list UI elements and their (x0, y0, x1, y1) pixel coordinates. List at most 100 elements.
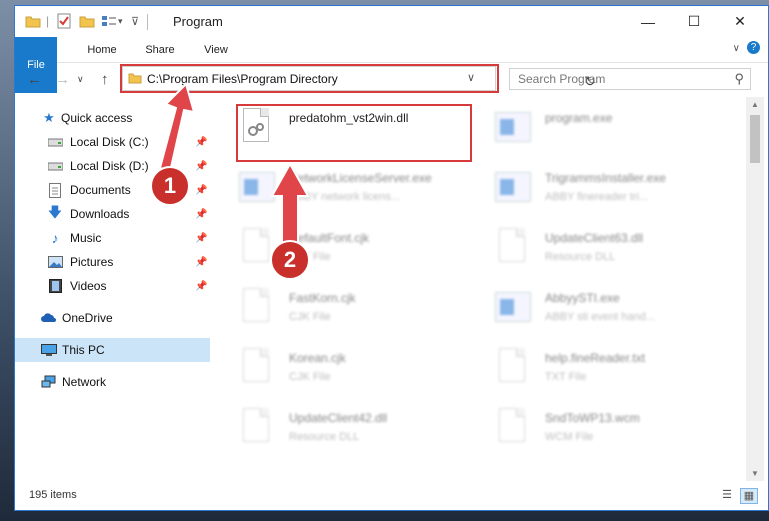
tab-share[interactable]: Share (135, 37, 185, 62)
pin-icon[interactable]: 📌 (195, 257, 207, 268)
recent-locations-icon[interactable]: ∨ (77, 74, 84, 85)
file-description: CJK File (289, 311, 331, 323)
item-count: 195 items (29, 489, 77, 501)
sidebar-item-label: Local Disk (D:) (70, 159, 149, 173)
file-name: program.exe (545, 111, 613, 125)
document-file-icon (239, 288, 277, 328)
search-placeholder: Search Program (518, 72, 606, 86)
exe-file-icon (239, 168, 277, 208)
star-icon: ★ (43, 110, 55, 125)
file-name: AbbyySTI.exe (545, 291, 620, 305)
new-folder-icon[interactable] (79, 12, 95, 30)
sidebar-item-this-pc[interactable]: This PC (15, 338, 210, 362)
file-name: FastKorn.cjk (289, 291, 356, 305)
search-input[interactable]: Search Program ⚲ (509, 68, 751, 90)
pictures-icon (47, 254, 63, 270)
sidebar-item-label: Quick access (61, 111, 133, 125)
file-name: UpdateClient42.dll (289, 411, 388, 425)
network-icon (41, 374, 57, 390)
exe-file-icon (495, 288, 533, 328)
view-options-icon[interactable] (101, 12, 117, 30)
address-dropdown-icon[interactable]: ∨ (467, 71, 475, 84)
sidebar-item-quick-access[interactable]: ★ Quick access (15, 106, 210, 130)
sidebar-item-label: Documents (70, 183, 131, 197)
file-item-sndtowp13[interactable]: SndToWP13.wcm WCM File (495, 405, 735, 461)
cloud-icon (41, 310, 57, 326)
scroll-thumb[interactable] (750, 115, 760, 163)
address-folder-icon (128, 72, 142, 87)
music-icon: ♪ (51, 230, 59, 246)
file-name: UpdateClient63.dll (545, 231, 644, 245)
file-item-updateclient42[interactable]: UpdateClient42.dll Resource DLL (239, 405, 479, 461)
sidebar-item-music[interactable]: ♪ Music 📌 (15, 226, 210, 250)
sidebar-item-videos[interactable]: Videos 📌 (15, 274, 210, 298)
details-view-icon[interactable]: ☰ (719, 488, 735, 502)
sidebar-item-label: Network (62, 375, 107, 389)
properties-icon[interactable] (57, 12, 71, 30)
window-title: Program (173, 14, 223, 29)
sidebar-item-label: Local Disk (C:) (70, 135, 149, 149)
back-icon[interactable]: ← (27, 71, 42, 88)
file-name: NetworkLicenseServer.exe (289, 171, 432, 185)
pin-icon[interactable]: 📌 (195, 281, 207, 292)
file-item-abbyysti[interactable]: AbbyySTI.exe ABBY sti event hand... (495, 285, 735, 341)
file-item-korean[interactable]: Korean.cjk CJK File (239, 345, 479, 401)
pin-icon[interactable]: 📌 (195, 209, 207, 220)
pin-icon[interactable]: 📌 (195, 185, 207, 196)
file-name: Korean.cjk (289, 351, 346, 365)
up-icon[interactable]: ↑ (101, 71, 109, 88)
scroll-up-icon[interactable]: ▲ (751, 100, 759, 109)
close-button[interactable]: ✕ (717, 6, 763, 37)
vertical-scrollbar[interactable]: ▲ ▼ (746, 97, 764, 481)
file-description: Resource DLL (545, 251, 616, 263)
status-bar: 195 items ☰ ▦ (15, 482, 768, 510)
file-item-help-finereader[interactable]: help.fineReader.txt TXT File (495, 345, 735, 401)
computer-icon (41, 342, 57, 358)
sidebar-item-local-disk-c[interactable]: Local Disk (C:) 📌 (15, 130, 210, 154)
file-item-updateclient63[interactable]: UpdateClient63.dll Resource DLL (495, 225, 735, 281)
step-1-badge: 1 (150, 166, 190, 206)
file-name: help.fineReader.txt (545, 351, 646, 365)
sidebar-item-pictures[interactable]: Pictures 📌 (15, 250, 210, 274)
chevron-down-icon[interactable]: ▾ (118, 12, 123, 30)
forward-icon[interactable]: → (55, 71, 70, 88)
dll-file-icon (239, 408, 277, 448)
file-item-networklicenseserver[interactable]: NetworkLicenseServer.exe ABBY network li… (239, 165, 479, 221)
tab-home[interactable]: Home (77, 37, 127, 62)
sidebar-item-onedrive[interactable]: OneDrive (15, 306, 210, 330)
file-description: ABBY finereader tri... (545, 191, 649, 203)
tab-view[interactable]: View (193, 37, 239, 62)
customize-toolbar-icon[interactable]: ⊽ (131, 12, 139, 30)
scroll-down-icon[interactable]: ▼ (751, 469, 759, 478)
sidebar-item-network[interactable]: Network (15, 370, 210, 394)
pin-icon[interactable]: 📌 (195, 161, 207, 172)
file-name: SndToWP13.wcm (545, 411, 640, 425)
title-divider (147, 14, 148, 30)
help-icon[interactable]: ? (747, 41, 760, 54)
document-file-icon (495, 348, 533, 388)
title-bar: | ▾ ⊽ Program — ☐ ✕ (15, 6, 768, 37)
pin-icon[interactable]: 📌 (195, 233, 207, 244)
file-item-program-exe[interactable]: program.exe (495, 105, 735, 161)
file-name: TrigrammsInstaller.exe (545, 171, 666, 185)
dll-file-icon (495, 228, 533, 268)
file-description: WCM File (545, 431, 594, 443)
file-description: TXT File (545, 371, 587, 383)
minimize-button[interactable]: — (625, 6, 671, 37)
file-item-fastkorn[interactable]: FastKorn.cjk CJK File (239, 285, 479, 341)
download-icon: 🡇 (47, 204, 63, 220)
step-2-badge: 2 (270, 240, 310, 280)
expand-ribbon-icon[interactable]: ∨ (733, 43, 740, 54)
maximize-button[interactable]: ☐ (671, 6, 717, 37)
documents-icon (47, 182, 63, 198)
address-bar[interactable]: C:\Program Files\Program Directory ∨ ↻ (122, 66, 596, 91)
folder-icon (25, 12, 41, 30)
file-item-trigrammsinstaller[interactable]: TrigrammsInstaller.exe ABBY finereader t… (495, 165, 735, 221)
search-icon: ⚲ (734, 71, 744, 86)
pin-icon[interactable]: 📌 (195, 137, 207, 148)
file-highlight-box (236, 104, 472, 162)
sidebar-item-label: Pictures (70, 255, 114, 269)
file-description: ABBY network licens... (289, 191, 401, 203)
sidebar-item-downloads[interactable]: 🡇 Downloads 📌 (15, 202, 210, 226)
large-icons-view-icon[interactable]: ▦ (740, 488, 758, 504)
